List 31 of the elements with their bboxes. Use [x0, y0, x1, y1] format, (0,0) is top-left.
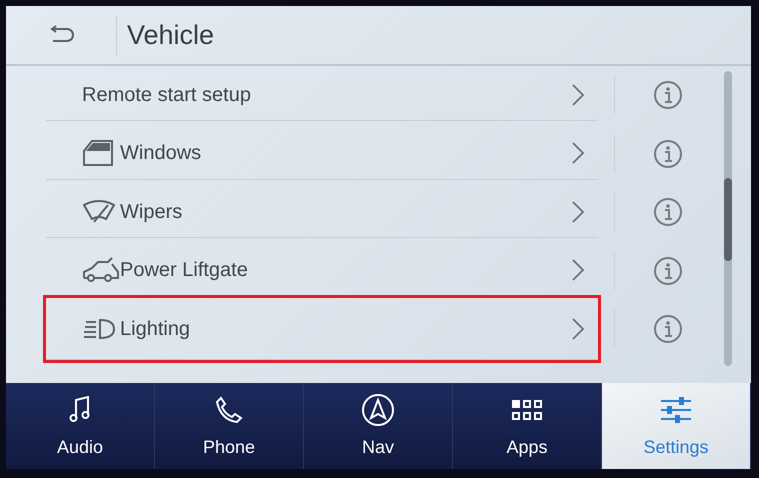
info-button[interactable] — [653, 197, 683, 228]
chevron-icon — [572, 84, 584, 106]
chevron-icon — [572, 142, 584, 164]
chevron-icon — [572, 200, 584, 223]
nav-tab[interactable]: Nav — [304, 383, 453, 469]
menu-item[interactable]: Lighting — [46, 298, 598, 360]
sliders-icon — [660, 396, 692, 422]
wiper-icon — [82, 198, 116, 225]
chevron-icon — [572, 318, 584, 340]
car-liftgate-icon — [82, 256, 120, 284]
apps-grid-icon — [511, 398, 543, 420]
nav-tab[interactable]: Apps — [453, 383, 602, 469]
navigation-icon — [361, 392, 395, 426]
scroll-thumb[interactable] — [724, 178, 732, 261]
info-button[interactable] — [653, 80, 683, 110]
scrollbar[interactable] — [724, 71, 732, 366]
menu-item[interactable]: Wipers — [46, 186, 598, 238]
nav-tab[interactable]: Audio — [6, 383, 155, 469]
headlight-icon — [82, 316, 116, 341]
info-button[interactable] — [653, 138, 683, 169]
music-note-icon — [69, 396, 91, 424]
phone-icon — [215, 396, 243, 424]
menu-item[interactable]: Windows — [46, 128, 598, 180]
window-icon — [82, 139, 114, 168]
menu-item[interactable]: Remote start setup — [46, 69, 598, 122]
info-button[interactable] — [653, 256, 683, 286]
nav-tab[interactable]: Phone — [155, 383, 304, 469]
info-button[interactable] — [653, 314, 683, 344]
menu-item[interactable]: Power Liftgate — [46, 244, 598, 297]
screen-title: Vehicle — [127, 18, 214, 52]
chevron-icon — [572, 259, 584, 282]
